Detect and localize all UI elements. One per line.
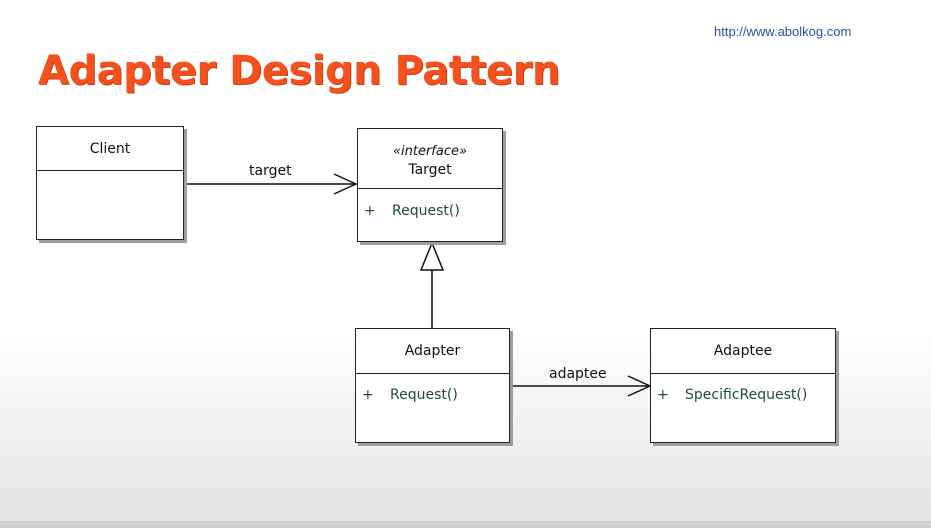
visibility-marker: +: [364, 203, 376, 219]
connectors: [184, 173, 652, 397]
class-name-adapter: Adapter: [404, 343, 461, 359]
class-client[interactable]: Client: [36, 126, 184, 240]
association-label-target: target: [249, 163, 292, 179]
operation-request-adapter: Request(): [390, 387, 458, 403]
class-adaptee[interactable]: Adaptee + SpecificRequest(): [650, 328, 836, 443]
operation-request-target: Request(): [392, 203, 460, 219]
generalization-triangle: [419, 241, 445, 271]
class-target[interactable]: «interface» Target + Request(): [357, 128, 503, 242]
visibility-marker: +: [362, 387, 374, 403]
class-name-target: Target: [408, 162, 452, 178]
bottom-edge: [0, 521, 931, 528]
visibility-marker: +: [657, 387, 669, 403]
association-label-adaptee: adaptee: [549, 366, 607, 382]
class-adapter[interactable]: Adapter + Request(): [355, 328, 510, 443]
operation-specific-request: SpecificRequest(): [685, 387, 808, 403]
class-name-client: Client: [89, 141, 131, 157]
stereotype-interface: «interface»: [392, 144, 468, 159]
class-name-adaptee: Adaptee: [713, 343, 773, 359]
